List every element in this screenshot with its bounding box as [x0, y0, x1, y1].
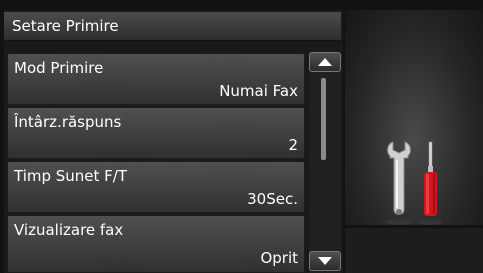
menu-item-fax-preview[interactable]: Vizualizare fax Oprit: [7, 215, 305, 273]
screwdriver-icon: [418, 141, 443, 225]
menu-item-label: Timp Sunet F/T: [14, 167, 128, 185]
scroll-down-button[interactable]: [309, 251, 341, 271]
menu-item-ft-ring-time[interactable]: Timp Sunet F/T 30Sec.: [7, 161, 305, 213]
chevron-up-icon: [318, 58, 332, 66]
menu-item-receive-mode[interactable]: Mod Primire Numai Fax: [7, 53, 305, 105]
title-bar: Setare Primire: [4, 12, 341, 41]
scrollbar-thumb[interactable]: [321, 78, 326, 160]
menu-item-label: Mod Primire: [14, 59, 104, 77]
chevron-down-icon: [318, 257, 332, 265]
scroll-up-button[interactable]: [309, 52, 341, 72]
page-title: Setare Primire: [12, 17, 119, 35]
menu-item-label: Vizualizare fax: [14, 221, 124, 239]
menu-item-value: 2: [288, 136, 298, 154]
wrench-icon: [385, 141, 413, 225]
menu-item-value: Oprit: [260, 249, 298, 267]
menu-item-label: Întârz.răspuns: [14, 113, 122, 131]
menu-item-value: Numai Fax: [219, 82, 298, 100]
menu-item-ring-delay[interactable]: Întârz.răspuns 2: [7, 107, 305, 159]
icon-panel-footer: [345, 228, 483, 273]
wrench-screwdriver-icon: [385, 140, 455, 232]
menu-item-value: 30Sec.: [247, 190, 298, 208]
